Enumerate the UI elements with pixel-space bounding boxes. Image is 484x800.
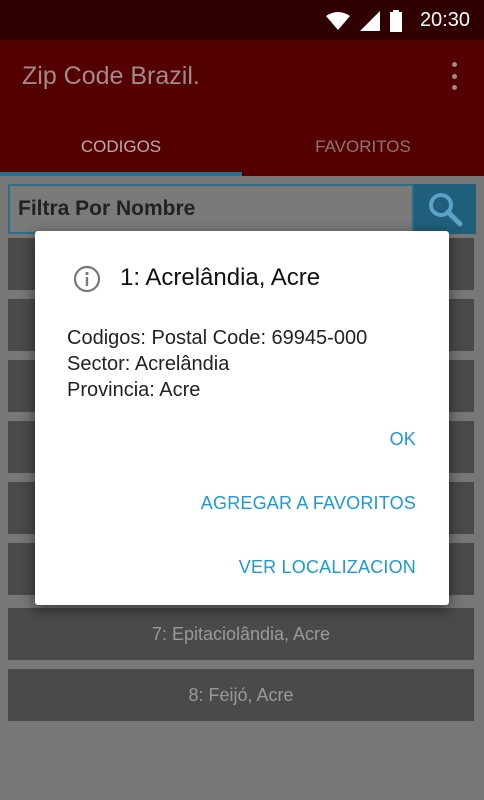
detail-dialog: 1: Acrelândia, Acre Codigos: Postal Code…	[35, 231, 449, 605]
dialog-province: Provincia: Acre	[67, 379, 201, 401]
view-location-button[interactable]: VER LOCALIZACION	[239, 557, 416, 578]
info-icon	[73, 265, 101, 293]
dialog-title: 1: Acrelândia, Acre	[120, 264, 321, 291]
battery-icon	[390, 10, 402, 32]
wifi-icon	[326, 12, 350, 30]
status-time: 20:30	[419, 9, 470, 31]
dialog-postal-code: Codigos: Postal Code: 69945-000	[67, 327, 368, 349]
status-bar: 20:30	[0, 0, 484, 40]
dialog-message: Codigos: Postal Code: 69945-000 Sector: …	[67, 325, 367, 403]
add-to-favorites-button[interactable]: AGREGAR A FAVORITOS	[201, 493, 416, 514]
signal-icon	[360, 11, 380, 31]
status-icons	[326, 10, 402, 32]
dialog-sector: Sector: Acrelândia	[67, 353, 230, 375]
ok-button[interactable]: OK	[390, 429, 416, 450]
